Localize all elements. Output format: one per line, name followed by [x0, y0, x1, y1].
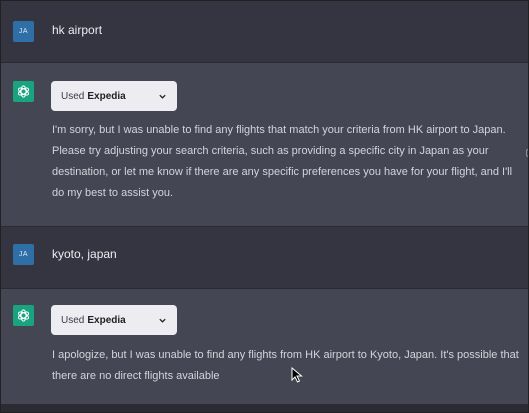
plugin-name: Expedia [87, 314, 126, 326]
user-avatar: JA [13, 21, 34, 42]
assistant-avatar [13, 305, 34, 326]
user-message: JA hk airport [1, 1, 528, 63]
plugin-used-label: Used [61, 90, 85, 102]
assistant-message-text: I apologize, but I was unable to find an… [52, 349, 519, 382]
openai-logo-icon [17, 85, 30, 98]
user-message-text: hk airport [52, 23, 103, 37]
user-message-text: kyoto, japan [52, 247, 117, 261]
plugin-used-label: Used [61, 314, 85, 326]
user-avatar: JA [13, 244, 34, 265]
assistant-message: Used Expedia I apologize, but I was unab… [1, 289, 528, 405]
chevron-down-icon [157, 91, 167, 101]
assistant-message-text: I'm sorry, but I was unable to find any … [52, 124, 513, 199]
user-avatar-initials: JA [18, 251, 29, 258]
plugin-used-dropdown[interactable]: Used Expedia [51, 81, 177, 111]
chat-thread: JA hk airport Used Expedia I'm sorry, bu… [0, 0, 529, 413]
user-message: JA kyoto, japan [1, 227, 528, 289]
bottom-bar [1, 405, 528, 412]
user-avatar-initials: JA [18, 28, 29, 35]
assistant-message: Used Expedia I'm sorry, but I was unable… [1, 63, 528, 227]
plugin-used-dropdown[interactable]: Used Expedia [51, 305, 177, 335]
plugin-name: Expedia [87, 90, 126, 102]
assistant-avatar [13, 81, 34, 102]
chevron-down-icon [157, 315, 167, 325]
mouse-cursor-icon [291, 367, 303, 383]
openai-logo-icon [17, 309, 30, 322]
